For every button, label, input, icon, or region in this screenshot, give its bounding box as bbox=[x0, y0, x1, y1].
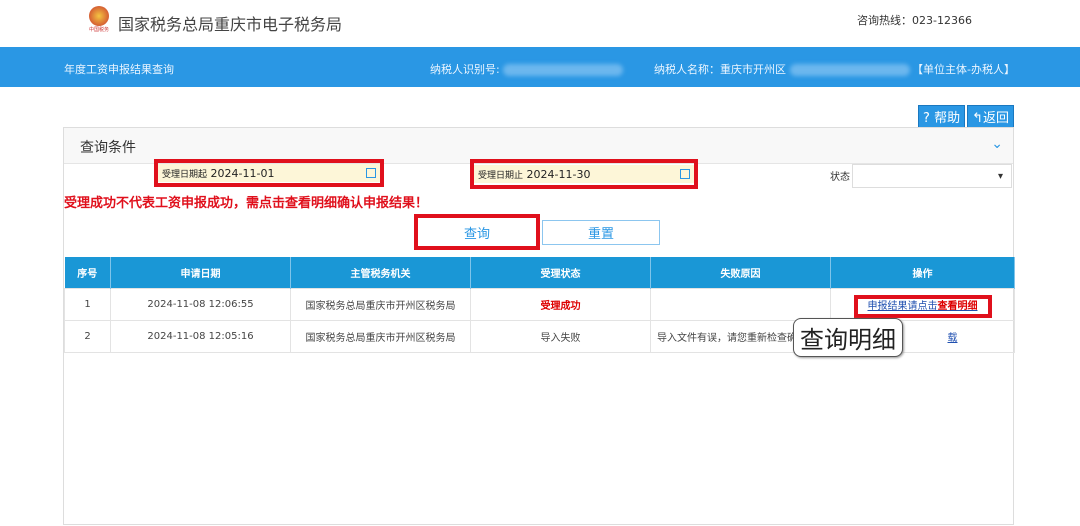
query-title: 查询条件 bbox=[80, 140, 136, 156]
cell-date: 2024-11-08 12:05:16 bbox=[110, 319, 291, 353]
cell-status: 受理成功 bbox=[470, 287, 651, 321]
search-button[interactable]: 查询 bbox=[414, 214, 540, 250]
col-header: 失败原因 bbox=[650, 257, 831, 288]
page-name: 年度工资申报结果查询 bbox=[64, 63, 174, 76]
link-prefix: 申报结果请点击 bbox=[867, 300, 938, 312]
start-date-value: 2024-11-01 bbox=[210, 166, 275, 180]
cell-reason bbox=[650, 287, 831, 321]
calendar-icon[interactable] bbox=[366, 168, 376, 178]
cell-office: 国家税务总局重庆市开州区税务局 bbox=[290, 287, 471, 321]
taxpayer-id-text: 纳税人识别号: bbox=[430, 63, 500, 76]
table-row: 1 2024-11-08 12:06:55 国家税务总局重庆市开州区税务局 受理… bbox=[64, 287, 1015, 321]
link-emphasis: 查看明细 bbox=[937, 300, 978, 312]
dropdown-arrow-icon: ▾ bbox=[997, 170, 1003, 182]
taxpayer-name-text: 纳税人名称：重庆市开州区 bbox=[654, 63, 786, 76]
chevron-down-icon[interactable]: ⌄ bbox=[991, 136, 1003, 152]
download-link[interactable]: 载 bbox=[948, 333, 958, 344]
cell-date: 2024-11-08 12:06:55 bbox=[110, 287, 291, 321]
site-title: 国家税务总局重庆市电子税务局 bbox=[118, 15, 343, 34]
reset-button[interactable]: 重置 bbox=[542, 220, 660, 245]
cell-no: 2 bbox=[64, 319, 111, 353]
warning-text: 受理成功不代表工资申报成功，需点击查看明细确认申报结果！ bbox=[64, 196, 429, 211]
info-bar: 年度工资申报结果查询 纳税人识别号: 纳税人名称：重庆市开州区 【单位主体-办税… bbox=[0, 47, 1080, 87]
end-date-value: 2024-11-30 bbox=[526, 167, 591, 181]
cell-no: 1 bbox=[64, 287, 111, 321]
hotline: 咨询热线：023-12366 bbox=[857, 14, 972, 27]
status-label: 状态 bbox=[830, 172, 850, 183]
view-detail-link[interactable]: 申报结果请点击查看明细 bbox=[853, 294, 992, 318]
taxpayer-name-label: 纳税人名称：重庆市开州区 bbox=[654, 61, 910, 77]
col-header: 主管税务机关 bbox=[290, 257, 471, 288]
help-button[interactable]: ? 帮助 bbox=[918, 105, 966, 128]
col-header: 序号 bbox=[64, 257, 111, 288]
col-header: 操作 bbox=[830, 257, 1015, 288]
taxpayer-id-label: 纳税人识别号: bbox=[430, 61, 624, 77]
calendar-icon[interactable] bbox=[680, 169, 690, 179]
end-date-field[interactable]: 受理日期止 2024-11-30 bbox=[470, 159, 698, 189]
cell-office: 国家税务总局重庆市开州区税务局 bbox=[290, 319, 471, 353]
col-header: 受理状态 bbox=[470, 257, 651, 288]
annotation-callout: 查询明细 bbox=[793, 318, 903, 357]
status-select[interactable]: ▾ bbox=[852, 164, 1012, 188]
cell-action: 申报结果请点击查看明细 bbox=[830, 287, 1015, 321]
back-label: 返回 bbox=[982, 111, 1009, 126]
end-date-label: 受理日期止 bbox=[478, 170, 524, 181]
start-date-field[interactable]: 受理日期起 2024-11-01 bbox=[154, 159, 384, 187]
tax-emblem-logo: 中国税务 bbox=[88, 6, 110, 36]
back-button[interactable]: ↰返回 bbox=[967, 105, 1014, 128]
cell-status: 导入失败 bbox=[470, 319, 651, 353]
header: 中国税务 国家税务总局重庆市电子税务局 咨询热线：023-12366 bbox=[0, 0, 1080, 46]
help-icon: ? bbox=[923, 111, 930, 126]
col-header: 申请日期 bbox=[110, 257, 291, 288]
help-label: 帮助 bbox=[934, 111, 961, 126]
start-date-label: 受理日期起 bbox=[162, 169, 208, 180]
role-label: 【单位主体-办税人】 bbox=[912, 63, 1015, 76]
back-arrow-icon: ↰ bbox=[972, 111, 983, 126]
